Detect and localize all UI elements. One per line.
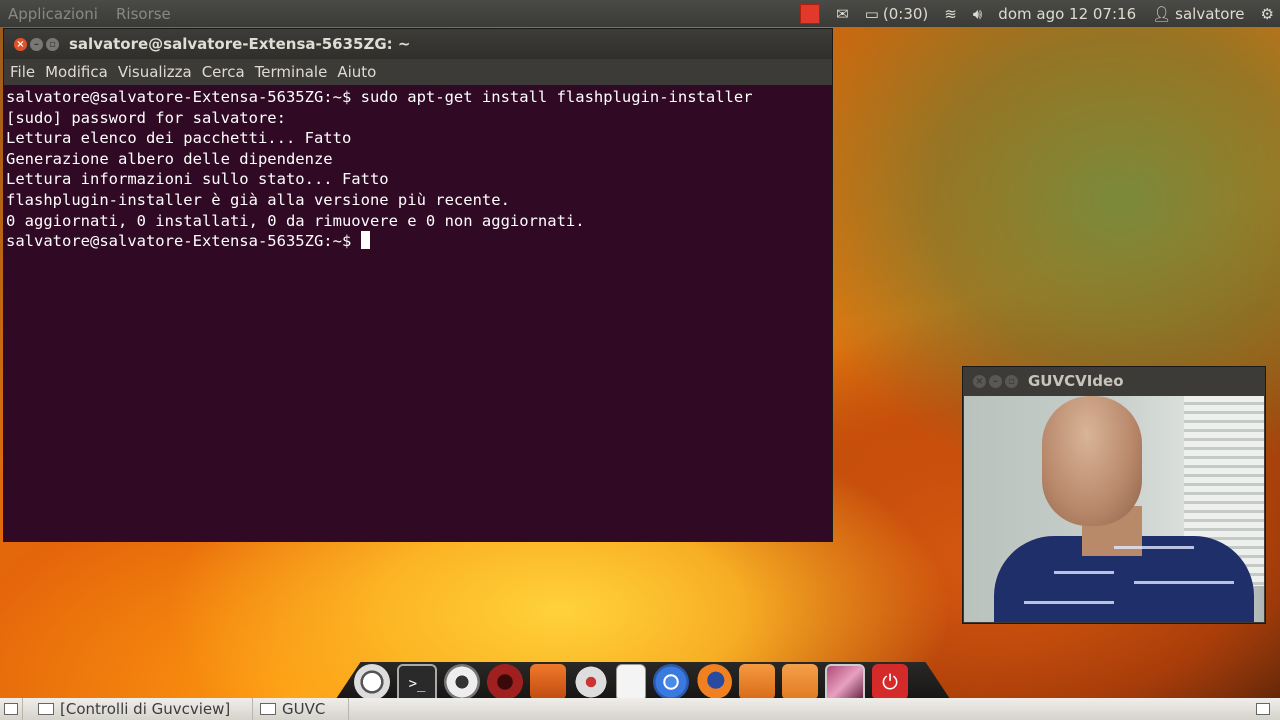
terminal-line: 0 aggiornati, 0 installati, 0 da rimuove… — [6, 211, 585, 230]
bottom-taskbar: [Controlli di Guvcview] GUVC — [0, 698, 1280, 720]
ubuntu-icon[interactable] — [354, 664, 390, 700]
close-icon[interactable]: × — [973, 374, 986, 388]
terminal-title: salvatore@salvatore-Extensa-5635ZG: ~ — [69, 35, 411, 53]
terminal-cursor — [360, 231, 370, 250]
guvc-title: GUVCVIdeo — [1028, 372, 1124, 390]
window-icon — [38, 703, 54, 715]
webcam-video-feed — [964, 396, 1264, 622]
desktop-icon — [4, 703, 18, 715]
terminal-line: salvatore@salvatore-Extensa-5635ZG:~$ su… — [6, 88, 753, 106]
task-label: GUVC — [282, 700, 326, 718]
menu-applicazioni[interactable]: Applicazioni — [8, 5, 98, 23]
show-desktop-button[interactable] — [0, 698, 23, 720]
menu-visualizza[interactable]: Visualizza — [118, 63, 192, 81]
terminal-menubar: File Modifica Visualizza Cerca Terminale… — [4, 59, 832, 85]
wifi-icon[interactable]: ≋ — [944, 5, 957, 23]
mail-icon[interactable]: ✉ — [836, 5, 849, 23]
task-label: [Controlli di Guvcview] — [60, 700, 231, 718]
record-indicator-icon[interactable] — [800, 3, 821, 24]
menu-cerca[interactable]: Cerca — [202, 63, 245, 81]
trash-icon — [1256, 703, 1270, 715]
power-icon[interactable]: ⏻ — [872, 664, 908, 700]
trash-button[interactable] — [1248, 698, 1278, 720]
clock[interactable]: dom ago 12 07:16 — [998, 5, 1136, 23]
terminal-line: Lettura elenco dei pacchetti... Fatto — [6, 129, 352, 148]
minimize-icon[interactable]: – — [30, 37, 43, 51]
minimize-icon[interactable]: – — [989, 374, 1002, 388]
user-menu[interactable]: 👤︎ salvatore — [1152, 5, 1244, 23]
terminal-output[interactable]: salvatore@salvatore-Extensa-5635ZG:~$ su… — [4, 85, 832, 254]
menu-terminale[interactable]: Terminale — [255, 63, 328, 81]
maximize-icon[interactable]: ▫ — [1005, 374, 1018, 388]
volume-icon[interactable]: 🔊︎ — [973, 5, 982, 23]
battery-time: (0:30) — [882, 4, 929, 23]
gear-icon[interactable]: ⚙ — [1261, 5, 1274, 23]
menu-aiuto[interactable]: Aiuto — [337, 63, 376, 81]
user-icon: 👤︎ — [1152, 4, 1172, 23]
recorder-icon[interactable] — [487, 664, 523, 700]
task-controlli-guvcview[interactable]: [Controlli di Guvcview] — [30, 698, 253, 720]
document-viewer-icon[interactable] — [616, 664, 646, 702]
guvc-titlebar[interactable]: × – ▫ GUVCVIdeo — [963, 367, 1265, 395]
terminal-line: Lettura informazioni sullo stato... Fatt… — [6, 170, 389, 189]
terminal-prompt: salvatore@salvatore-Extensa-5635ZG:~$ — [6, 232, 361, 251]
window-icon — [260, 703, 276, 715]
terminal-titlebar[interactable]: × – ▫ salvatore@salvatore-Extensa-5635ZG… — [4, 29, 832, 59]
menu-modifica[interactable]: Modifica — [45, 63, 108, 81]
maximize-icon[interactable]: ▫ — [46, 37, 59, 51]
terminal-line: flashplugin-installer è già alla version… — [6, 190, 510, 209]
software-center-icon[interactable] — [530, 664, 566, 700]
terminal-prompt-line: salvatore@salvatore-Extensa-5635ZG:~$ — [6, 231, 830, 252]
task-guvc[interactable]: GUVC — [252, 698, 349, 720]
menu-risorse[interactable]: Risorse — [116, 5, 171, 23]
settings-icon[interactable] — [573, 664, 609, 700]
battery-icon: ▭ — [864, 4, 879, 23]
battery-indicator[interactable]: ▭ (0:30) — [865, 5, 929, 23]
close-icon[interactable]: × — [14, 37, 27, 51]
home-folder-icon[interactable] — [739, 664, 775, 700]
top-panel: Applicazioni Risorse ✉ ▭ (0:30) ≋ 🔊︎ dom… — [0, 0, 1280, 27]
chrome-icon[interactable] — [653, 664, 689, 700]
terminal-line: [sudo] password for salvatore: — [6, 108, 286, 127]
terminal-line: Generazione albero delle dipendenze — [6, 149, 333, 168]
firefox-icon[interactable] — [696, 664, 732, 700]
guvcvideo-window: × – ▫ GUVCVIdeo — [962, 366, 1266, 624]
cheese-icon[interactable] — [444, 664, 480, 700]
menu-file[interactable]: File — [10, 63, 35, 81]
files-icon[interactable] — [782, 664, 818, 700]
terminal-window: × – ▫ salvatore@salvatore-Extensa-5635ZG… — [3, 28, 833, 542]
user-name: salvatore — [1175, 4, 1245, 23]
